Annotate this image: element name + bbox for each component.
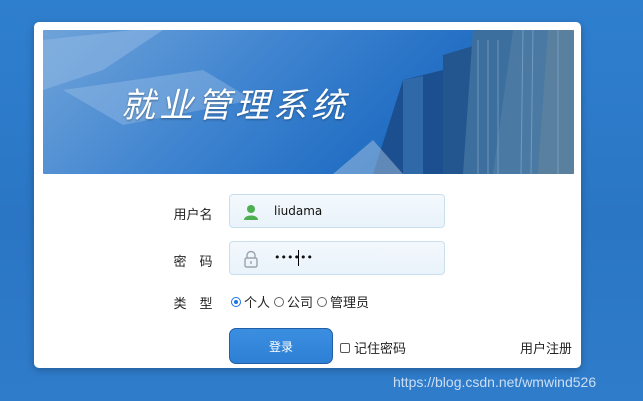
password-label: 密 码 <box>173 255 213 270</box>
radio-checked-icon <box>231 296 241 307</box>
username-value: liudama <box>274 204 323 218</box>
radio-individual[interactable]: 个人 <box>231 292 270 311</box>
radio-label: 个人 <box>244 296 271 311</box>
lock-icon <box>242 250 260 268</box>
user-icon <box>242 203 260 221</box>
radio-unchecked-icon <box>317 296 328 307</box>
checkbox-icon <box>340 342 350 353</box>
login-card: 就业管理系统 用户名 liudama 密 码 •••••• 类 型 个人 公司 … <box>34 22 581 368</box>
radio-admin[interactable]: 管理员 <box>317 292 369 311</box>
password-value: •••••• <box>274 251 313 264</box>
app-title: 就业管理系统 <box>121 86 349 126</box>
username-field[interactable]: liudama <box>229 194 445 228</box>
text-caret <box>298 250 299 266</box>
radio-label: 管理员 <box>330 296 370 311</box>
radio-company[interactable]: 公司 <box>274 292 313 311</box>
user-type-group: 个人 公司 管理员 <box>231 292 373 311</box>
radio-unchecked-icon <box>274 296 285 307</box>
radio-label: 公司 <box>287 296 314 311</box>
watermark: https://blog.csdn.net/wmwind526 <box>393 374 597 390</box>
header-banner: 就业管理系统 <box>43 30 574 174</box>
register-link[interactable]: 用户注册 <box>520 338 572 357</box>
type-label: 类 型 <box>173 297 213 312</box>
remember-label: 记住密码 <box>354 342 407 357</box>
password-field[interactable]: •••••• <box>229 241 445 275</box>
username-label: 用户名 <box>173 208 213 223</box>
login-button[interactable]: 登录 <box>229 328 333 364</box>
remember-password[interactable]: 记住密码 <box>340 338 406 357</box>
